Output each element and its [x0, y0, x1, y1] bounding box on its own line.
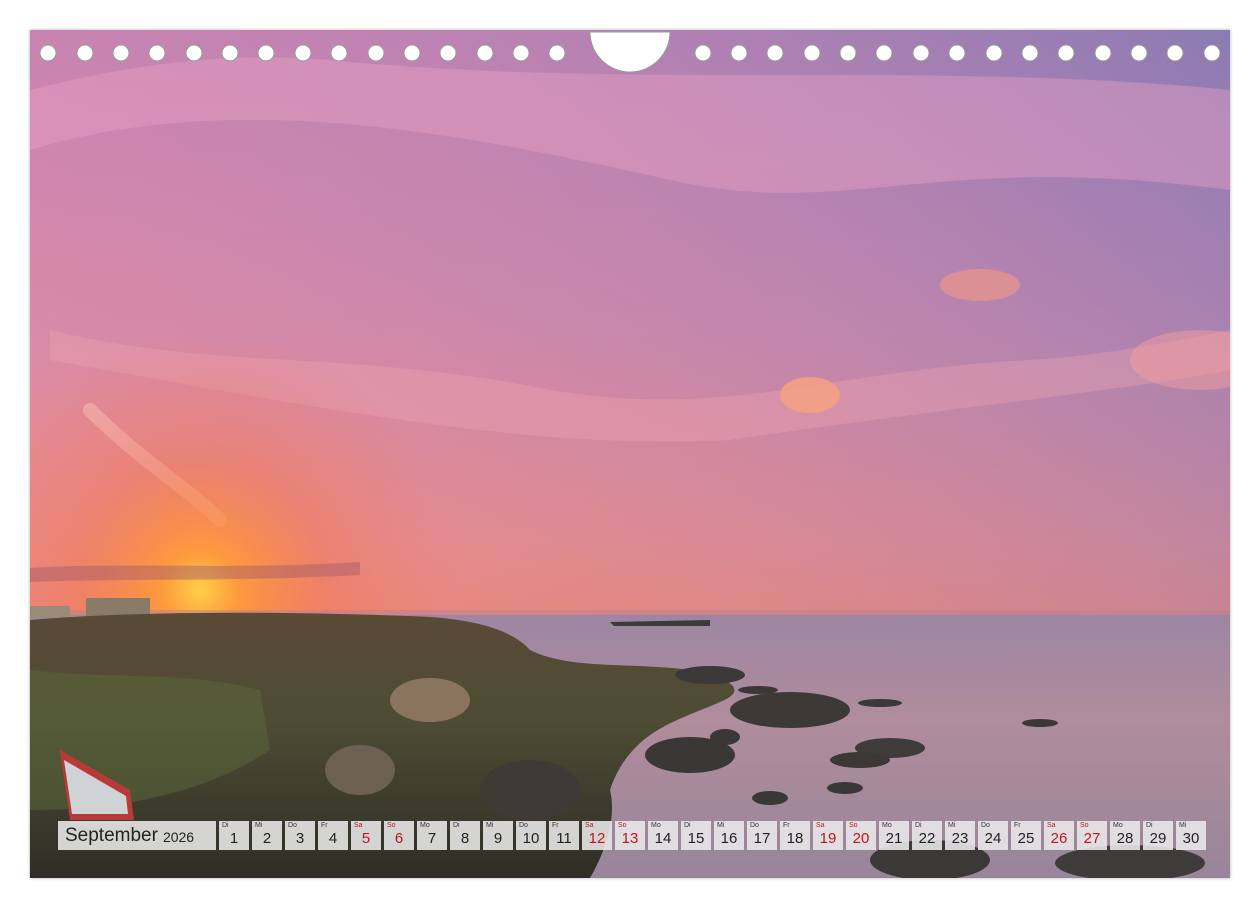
year: 2026: [162, 829, 195, 845]
weekday-abbr: Di: [915, 822, 922, 829]
day-number: 29: [1149, 830, 1167, 847]
day-cell: Fr 4: [318, 821, 348, 850]
day-cell: Di 8: [450, 821, 480, 850]
weekday-abbr: Sa: [816, 822, 825, 829]
day-cell: Mi 23: [945, 821, 975, 850]
calendar-strip: September 2026 Di 1 Mi 2 Do 3 Fr 4 Sa 5 So 6 Mo 7 Di 8 M…: [58, 821, 1206, 850]
day-cell: So 6: [384, 821, 414, 850]
day-cell: Sa 26: [1044, 821, 1074, 850]
day-cell: Do 10: [516, 821, 546, 850]
weekday-abbr: Di: [222, 822, 229, 829]
day-number: 2: [262, 830, 272, 847]
weekday-abbr: Fr: [321, 822, 328, 829]
weekday-abbr: Sa: [354, 822, 363, 829]
day-number: 27: [1083, 830, 1101, 847]
day-number: 23: [951, 830, 969, 847]
day-cell: Sa 19: [813, 821, 843, 850]
day-number: 15: [687, 830, 705, 847]
calendar-page: [30, 30, 1230, 878]
weekday-abbr: Mi: [486, 822, 494, 829]
day-number: 4: [328, 830, 338, 847]
day-number: 7: [427, 830, 437, 847]
day-number: 22: [918, 830, 936, 847]
weekday-abbr: Fr: [1014, 822, 1021, 829]
weekday-abbr: Fr: [552, 822, 559, 829]
day-cell: Mo 7: [417, 821, 447, 850]
day-cell: Sa 12: [582, 821, 612, 850]
day-cell: Mi 9: [483, 821, 513, 850]
weekday-abbr: Mi: [948, 822, 956, 829]
day-number: 8: [460, 830, 470, 847]
day-cell: Mo 21: [879, 821, 909, 850]
day-cell: Fr 11: [549, 821, 579, 850]
day-cell: Fr 25: [1011, 821, 1041, 850]
day-number: 10: [522, 830, 540, 847]
weekday-abbr: Mi: [1179, 822, 1187, 829]
day-cell: Do 3: [285, 821, 315, 850]
day-number: 19: [819, 830, 837, 847]
day-number: 16: [720, 830, 738, 847]
day-cell: Mo 14: [648, 821, 678, 850]
weekday-abbr: So: [849, 822, 858, 829]
day-cell: Di 22: [912, 821, 942, 850]
day-cell: Fr 18: [780, 821, 810, 850]
weekday-abbr: Mi: [255, 822, 263, 829]
day-number: 18: [786, 830, 804, 847]
day-cell: Do 17: [747, 821, 777, 850]
weekday-abbr: Di: [453, 822, 460, 829]
weekday-abbr: Do: [519, 822, 528, 829]
day-cell: Do 24: [978, 821, 1008, 850]
day-cell: So 27: [1077, 821, 1107, 850]
day-cell: Mi 30: [1176, 821, 1206, 850]
day-number: 17: [753, 830, 771, 847]
day-cell: Di 15: [681, 821, 711, 850]
weekday-abbr: So: [1080, 822, 1089, 829]
day-number: 6: [394, 830, 404, 847]
weekday-abbr: Mo: [1113, 822, 1123, 829]
day-number: 20: [852, 830, 870, 847]
weekday-abbr: Di: [1146, 822, 1153, 829]
day-cell: Sa 5: [351, 821, 381, 850]
weekday-abbr: Do: [750, 822, 759, 829]
day-number: 26: [1050, 830, 1068, 847]
day-number: 9: [493, 830, 503, 847]
weekday-abbr: Sa: [585, 822, 594, 829]
weekday-abbr: Do: [981, 822, 990, 829]
month-name: September: [65, 824, 158, 846]
day-number: 14: [654, 830, 672, 847]
month-label: September 2026: [58, 821, 216, 850]
day-cell: Di 29: [1143, 821, 1173, 850]
day-number: 30: [1182, 830, 1200, 847]
day-number: 13: [621, 830, 639, 847]
weekday-abbr: Di: [684, 822, 691, 829]
day-number: 3: [295, 830, 305, 847]
weekday-abbr: So: [387, 822, 396, 829]
day-cell: Di 1: [219, 821, 249, 850]
day-number: 28: [1116, 830, 1134, 847]
day-number: 25: [1017, 830, 1035, 847]
day-cell: Mi 16: [714, 821, 744, 850]
day-cell: So 13: [615, 821, 645, 850]
weekday-abbr: Mo: [882, 822, 892, 829]
coastal-sunset-photo: [30, 30, 1230, 878]
day-number: 21: [885, 830, 903, 847]
weekday-abbr: Fr: [783, 822, 790, 829]
day-cell: Mi 2: [252, 821, 282, 850]
weekday-abbr: Mo: [420, 822, 430, 829]
weekday-abbr: Mo: [651, 822, 661, 829]
weekday-abbr: Do: [288, 822, 297, 829]
day-number: 5: [361, 830, 371, 847]
day-cell: So 20: [846, 821, 876, 850]
day-number: 1: [229, 830, 239, 847]
day-number: 24: [984, 830, 1002, 847]
weekday-abbr: Sa: [1047, 822, 1056, 829]
day-number: 11: [556, 830, 572, 847]
binding-holes: [39, 31, 1221, 73]
weekday-abbr: So: [618, 822, 627, 829]
weekday-abbr: Mi: [717, 822, 725, 829]
day-number: 12: [588, 830, 606, 847]
day-cell: Mo 28: [1110, 821, 1140, 850]
